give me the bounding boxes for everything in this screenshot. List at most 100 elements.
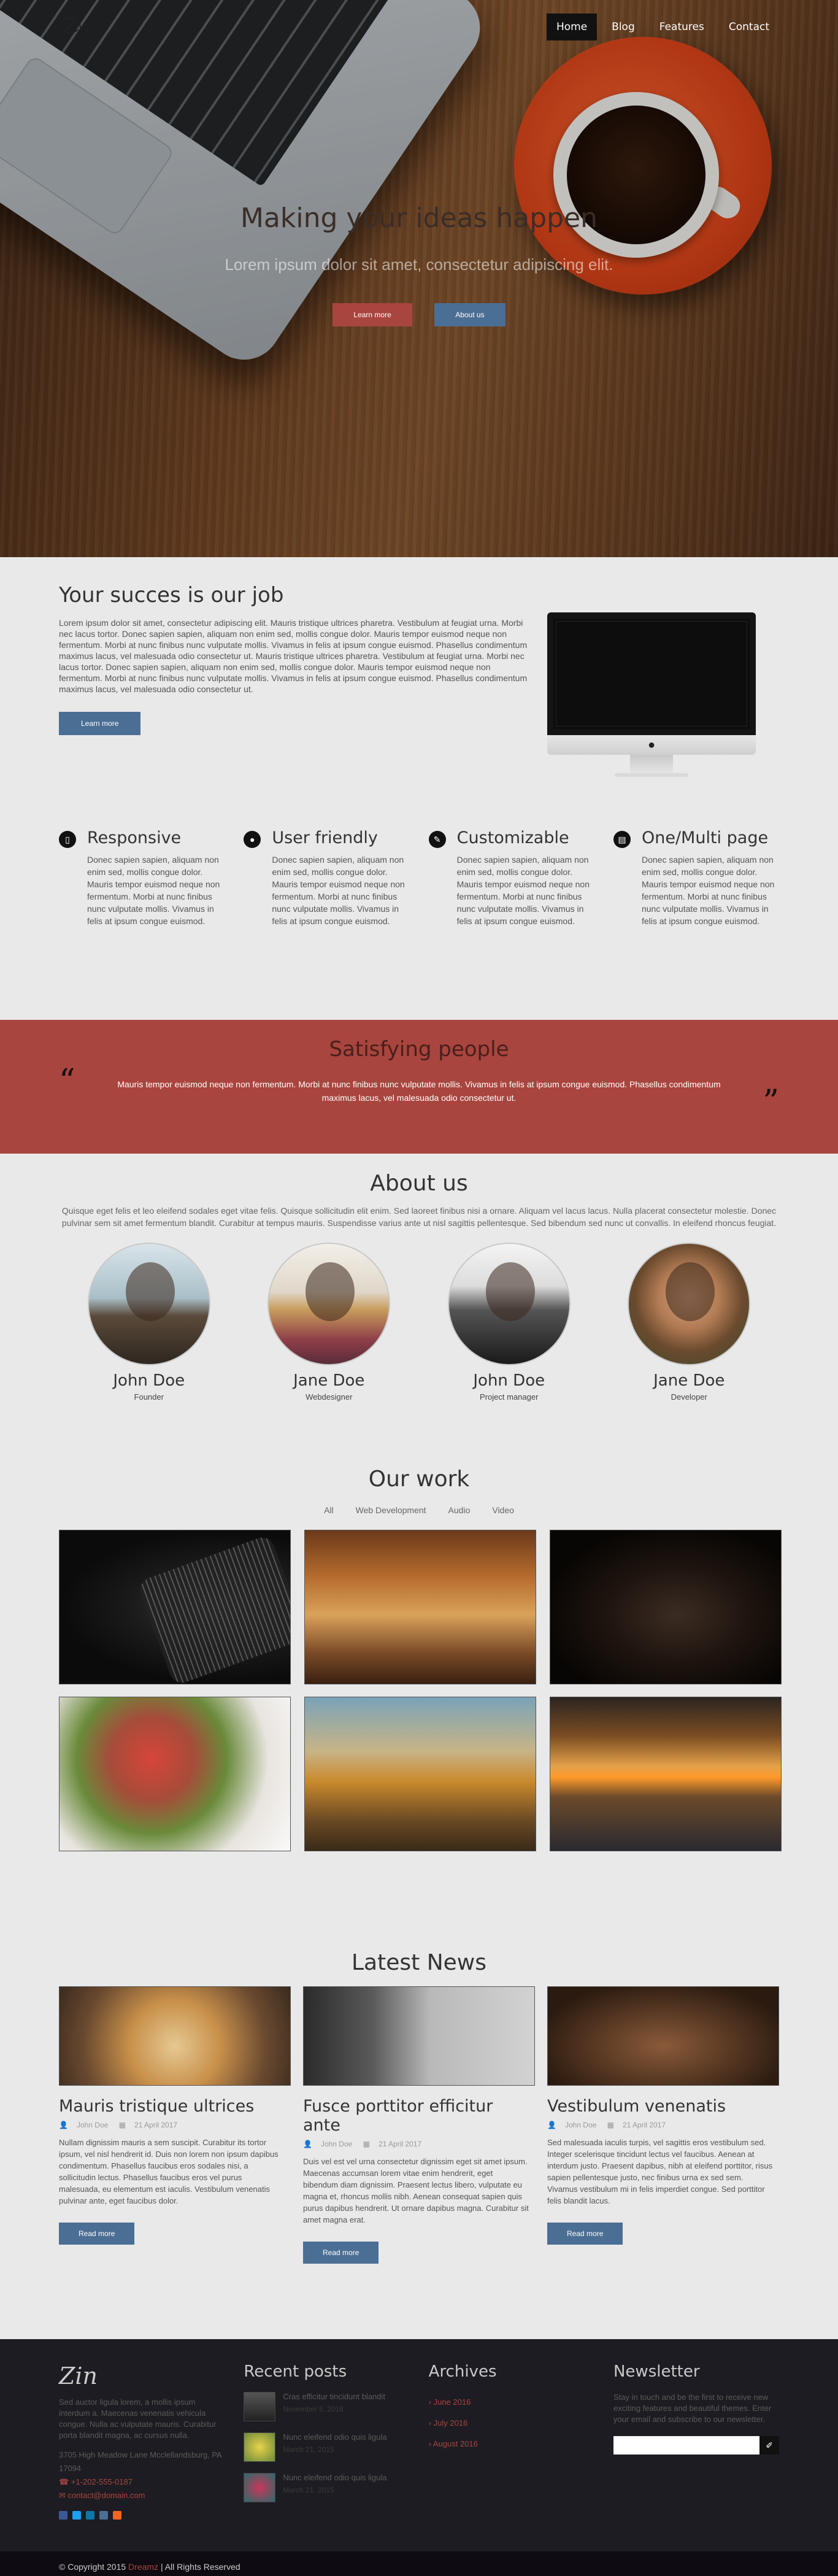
rss-icon[interactable] — [113, 2511, 121, 2520]
recent-post-date: March 21, 2015 — [283, 2486, 334, 2494]
feature-text: Donec sapien sapien, aliquam non enim se… — [87, 855, 220, 926]
recent-post[interactable]: Nunc eleifend odio quis ligula March 21, … — [244, 2432, 409, 2462]
quote-close-icon: ” — [763, 1084, 779, 1120]
nav-home[interactable]: Home — [546, 13, 598, 40]
about-us-button[interactable]: About us — [434, 303, 505, 326]
filter-web-development[interactable]: Web Development — [356, 1505, 426, 1515]
news-post: Vestibulum venenatis 👤 John Doe ▦ 21 April… — [547, 1986, 779, 2264]
newsletter-email-input[interactable] — [613, 2436, 760, 2455]
linkedin-icon[interactable] — [86, 2511, 94, 2520]
archive-link[interactable]: June 2016 — [434, 2397, 471, 2407]
learn-more-button[interactable]: Learn more — [333, 303, 412, 326]
author-icon: 👤 — [303, 2140, 312, 2148]
imac-screen — [547, 612, 756, 735]
about-intro: Quisque eget felis et leo eleifend sodal… — [61, 1206, 777, 1228]
news-post: Mauris tristique ultrices 👤 John Doe ▦ 21 … — [59, 1986, 291, 2264]
filter-all[interactable]: All — [324, 1505, 334, 1515]
footer-logo[interactable]: Zin — [59, 2362, 225, 2397]
footer-newsletter: Newsletter Stay in touch and be the firs… — [613, 2362, 779, 2520]
twitter-icon[interactable] — [72, 2511, 81, 2520]
about-section: About us Quisque eget felis et leo eleif… — [59, 1154, 779, 1452]
news-post-title[interactable]: Mauris tristique ultrices — [59, 2097, 291, 2116]
send-icon[interactable]: ✐ — [759, 2436, 779, 2455]
nav-blog[interactable]: Blog — [602, 13, 645, 40]
feature-text: Donec sapien sapien, aliquam non enim se… — [641, 855, 775, 926]
footer-email[interactable]: contact@domain.com — [68, 2491, 145, 2500]
testimonial-quote: Mauris tempor euismod neque non fermentu… — [117, 1079, 721, 1103]
recent-post[interactable]: Nunc eleifend odio quis ligula March 21, … — [244, 2473, 409, 2502]
read-more-button[interactable]: Read more — [547, 2223, 623, 2245]
apple-logo-icon: ● — [547, 735, 756, 755]
about-title: About us — [370, 1171, 468, 1196]
news-date: 21 April 2017 — [134, 2121, 178, 2129]
avatar — [87, 1243, 210, 1365]
quote-open-icon: “ — [59, 1063, 75, 1100]
recent-post-date: March 21, 2015 — [283, 2445, 334, 2454]
footer-about: Zin Sed auctor ligula lorem, a mollis ip… — [59, 2362, 225, 2520]
news-author: John Doe — [320, 2140, 353, 2148]
feature-text: Donec sapien sapien, aliquam non enim se… — [272, 855, 405, 926]
nav-contact[interactable]: Contact — [719, 13, 779, 40]
portfolio-item-kitchen[interactable] — [304, 1530, 536, 1684]
feature-customizable: ✎ Customizable Donec sapien sapien, aliq… — [428, 828, 594, 1020]
portfolio-item-coffee-beans[interactable] — [550, 1530, 782, 1684]
news-image[interactable] — [59, 1986, 291, 2086]
news-image[interactable] — [547, 1986, 779, 2086]
portfolio-item-bulldozer[interactable] — [304, 1697, 536, 1851]
feature-title: User friendly — [272, 828, 378, 847]
news-image[interactable] — [303, 1986, 535, 2086]
member-role: Webdesigner — [306, 1392, 353, 1402]
archives-title: Archives — [428, 2362, 497, 2381]
success-section: Your succes is our job Lorem ipsum dolor… — [0, 557, 838, 810]
team-member: John Doe Project manager — [419, 1243, 599, 1402]
news-post-title[interactable]: Fusce porttitor efficitur ante — [303, 2097, 535, 2135]
copyright-brand-link[interactable]: Dreamz — [128, 2562, 158, 2572]
portfolio-item-camera-lens[interactable] — [59, 1530, 291, 1684]
google-plus-icon[interactable] — [99, 2511, 108, 2520]
author-icon: 👤 — [547, 2121, 556, 2129]
member-role: Project manager — [480, 1392, 539, 1402]
nav-features[interactable]: Features — [650, 13, 714, 40]
author-icon: 👤 — [59, 2121, 68, 2129]
read-more-button[interactable]: Read more — [303, 2242, 379, 2264]
member-name: Jane Doe — [293, 1371, 365, 1390]
member-name: John Doe — [113, 1371, 185, 1390]
news-excerpt: Nullam dignissim mauris a sem suscipit. … — [59, 2138, 279, 2205]
news-meta: 👤 John Doe ▦ 21 April 2017 — [303, 2140, 535, 2148]
news-post-title[interactable]: Vestibulum venenatis — [547, 2097, 779, 2116]
features-section: ▯ Responsive Donec sapien sapien, aliqua… — [59, 810, 779, 1020]
filter-video[interactable]: Video — [492, 1505, 514, 1515]
feature-text: Donec sapien sapien, aliquam non enim se… — [456, 855, 590, 926]
filter-audio[interactable]: Audio — [448, 1505, 471, 1515]
archive-link[interactable]: July 2016 — [434, 2418, 468, 2428]
footer-phone[interactable]: +1-202-555-0187 — [71, 2477, 133, 2486]
mobile-icon: ▯ — [59, 831, 76, 848]
avatar — [628, 1243, 751, 1365]
calendar-icon: ▦ — [607, 2121, 615, 2129]
logo-icon[interactable] — [59, 13, 96, 38]
calendar-icon: ▦ — [363, 2140, 371, 2148]
news-excerpt: Sed malesuada iaculis turpis, vel sagitt… — [547, 2138, 773, 2205]
chevron-right-icon: › — [428, 2418, 434, 2428]
archive-link[interactable]: August 2016 — [433, 2439, 478, 2448]
read-more-button[interactable]: Read more — [59, 2223, 135, 2245]
news-author: John Doe — [76, 2121, 109, 2129]
success-learn-more-button[interactable]: Learn more — [59, 712, 141, 735]
recent-posts-title: Recent posts — [244, 2362, 347, 2381]
portfolio-item-steak-dish[interactable] — [59, 1697, 291, 1851]
portfolio-item-sunset-beach[interactable] — [550, 1697, 782, 1851]
news-excerpt: Duis vel est vel urna consectetur dignis… — [303, 2157, 529, 2224]
success-title: Your succes is our job — [59, 583, 284, 607]
page-icon: ▤ — [613, 831, 631, 848]
recent-post[interactable]: Cras efficitur tincidunt blandit November… — [244, 2392, 409, 2421]
newsletter-text: Stay in touch and be the first to receiv… — [613, 2393, 772, 2424]
recent-post-thumb — [244, 2473, 276, 2502]
recent-post-title: Nunc eleifend odio quis ligula — [283, 2473, 387, 2482]
team-list: John Doe Founder Jane Doe Webdesigner Jo… — [59, 1243, 779, 1402]
main-nav: Home Blog Features Contact — [546, 13, 779, 40]
phone-icon: ☎ — [59, 2477, 71, 2486]
footer: Zin Sed auctor ligula lorem, a mollis ip… — [0, 2339, 838, 2551]
chevron-right-icon: › — [428, 2397, 434, 2407]
news-date: 21 April 2017 — [623, 2121, 666, 2129]
facebook-icon[interactable] — [59, 2511, 67, 2520]
